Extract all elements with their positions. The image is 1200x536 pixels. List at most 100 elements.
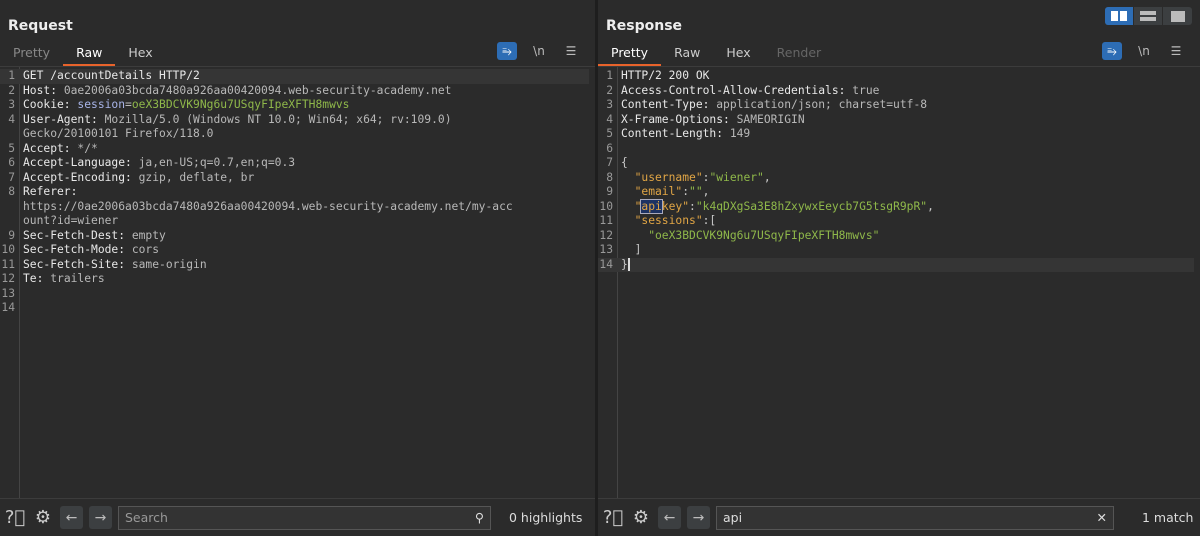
code-line: 7{ [598, 156, 1194, 171]
code-line: 6 [598, 142, 1194, 157]
code-token: } [621, 257, 628, 271]
code-token: :[ [702, 214, 717, 227]
code-line: https://0ae2006a03bcda7480a926aa00420094… [0, 200, 589, 215]
code-line: Gecko/20100101 Firefox/118.0 [0, 127, 589, 142]
menu-icon[interactable]: ☰ [561, 42, 581, 60]
code-line: 9 Sec-Fetch-Dest: empty [0, 229, 589, 244]
request-toolbar: ⥱ \n ☰ [497, 42, 581, 60]
response-editor[interactable]: 1 HTTP/2 200 OK 2 Access-Control-Allow-Cred… [598, 66, 1200, 498]
code-line: 3 Cookie: session=oeX3BDCVK9Ng6u7USqyFIpe… [0, 98, 589, 113]
settings-gear-icon[interactable]: ⚙ [32, 507, 54, 529]
stacked-layout-icon[interactable] [1134, 7, 1163, 25]
line-number: 7 [606, 156, 613, 169]
tab-render[interactable]: Render [764, 42, 835, 66]
request-search-bar: ?⃝ ⚙ ← → Search ⚲ 0 highlights [0, 498, 595, 536]
tab-raw[interactable]: Raw [63, 42, 116, 66]
line-number: 1 [8, 69, 15, 82]
tab-pretty[interactable]: Pretty [0, 42, 63, 66]
code-line: 3 Content-Type: application/json; charset… [598, 98, 1194, 113]
tab-hex[interactable]: Hex [115, 42, 165, 66]
code-token: { [621, 156, 628, 169]
code-token: Cookie: [23, 98, 78, 111]
search-value: api [723, 510, 743, 525]
show-newlines-toggle[interactable]: \n [1134, 42, 1154, 60]
request-panel: Request Pretty Raw Hex ⥱ \n ☰ 1 GET /accoun… [0, 0, 595, 536]
line-number [0, 200, 20, 215]
line-number: 8 [8, 185, 15, 198]
code-token: Sec-Fetch-Mode: [23, 243, 132, 256]
line-number: 12 [599, 228, 613, 242]
line-number: 11 [599, 214, 613, 227]
code-token: X-Frame-Options: [621, 112, 737, 126]
code-line: 8 Referer: [0, 185, 589, 200]
code-token: gzip, deflate, br [138, 170, 255, 184]
search-icon[interactable]: ⚲ [475, 510, 484, 525]
line-number [0, 214, 20, 229]
next-match-button[interactable]: → [89, 506, 112, 529]
previous-match-button[interactable]: ← [60, 506, 83, 529]
line-number: 3 [606, 98, 613, 111]
line-number: 13 [1, 286, 15, 300]
code-line: 4 User-Agent: Mozilla/5.0 (Windows NT 10.… [0, 113, 589, 128]
code-line: 6 Accept-Language: ja,en-US;q=0.7,en;q=0.… [0, 156, 589, 171]
side-by-side-layout-icon[interactable] [1105, 7, 1134, 25]
word-wrap-toggle-icon[interactable]: ⥱ [497, 42, 517, 60]
single-pane-layout-icon[interactable] [1163, 7, 1192, 25]
response-tabs: Pretty Raw Hex Render [598, 42, 834, 66]
code-line: 5 Accept: */* [0, 142, 589, 157]
line-number: 5 [8, 141, 15, 155]
code-line: 8 "username":"wiener", [598, 171, 1194, 186]
line-number: 11 [1, 257, 15, 271]
code-line: 7 Accept-Encoding: gzip, deflate, br [0, 171, 589, 186]
search-placeholder: Search [125, 510, 168, 525]
code-line: 5 Content-Length: 149 [598, 127, 1194, 142]
code-line: 11 "sessions":[ [598, 214, 1194, 229]
request-editor[interactable]: 1 GET /accountDetails HTTP/2 2 Host: 0ae200… [0, 66, 595, 498]
line-number: 10 [1, 243, 15, 256]
code-line: 13 [0, 287, 589, 302]
line-number: 1 [606, 69, 613, 82]
request-search-input[interactable]: Search ⚲ [118, 505, 491, 530]
word-wrap-toggle-icon[interactable]: ⥱ [1102, 42, 1122, 60]
text-caret [627, 258, 630, 271]
settings-gear-icon[interactable]: ⚙ [630, 507, 652, 529]
code-line: 11 Sec-Fetch-Site: same-origin [0, 258, 589, 273]
help-icon[interactable]: ?⃝ [4, 507, 26, 529]
code-line: 14} [598, 257, 1194, 272]
next-match-button[interactable]: → [687, 506, 710, 529]
code-token: , [702, 185, 710, 198]
tab-raw[interactable]: Raw [661, 42, 713, 66]
search-highlight: api [640, 198, 663, 214]
clear-search-icon[interactable]: ✕ [1097, 510, 1107, 525]
code-token: , [763, 170, 771, 184]
code-token: Accept-Encoding: [23, 170, 139, 184]
line-number: 8 [606, 170, 613, 184]
menu-icon[interactable]: ☰ [1166, 42, 1186, 60]
code-token: application/json; charset=utf-8 [716, 98, 928, 111]
code-token: "sessions" [621, 214, 703, 227]
code-token: Access-Control-Allow-Credentials: [621, 83, 853, 97]
code-token: Sec-Fetch-Dest: [23, 228, 132, 242]
code-token: GET /accountDetails HTTP/2 [23, 69, 200, 82]
show-newlines-toggle[interactable]: \n [529, 42, 549, 60]
code-token: ja,en-US;q=0.7,en;q=0.3 [138, 156, 296, 169]
line-number: 2 [8, 83, 15, 97]
code-line: 12 Te: trailers [0, 272, 589, 287]
line-number: 14 [599, 257, 613, 271]
line-number: 4 [606, 112, 613, 126]
response-search-input[interactable]: api ✕ [716, 505, 1114, 530]
code-token: : [689, 199, 696, 213]
tab-hex[interactable]: Hex [713, 42, 763, 66]
previous-match-button[interactable]: ← [658, 506, 681, 529]
code-token: HTTP/2 200 OK [621, 69, 710, 82]
line-number: 7 [8, 170, 15, 184]
code-token: 0ae2006a03bcda7480a926aa00420094.web-sec… [63, 83, 452, 97]
code-token: Accept: [23, 141, 78, 155]
code-token: , [927, 199, 934, 213]
line-number: 9 [606, 185, 613, 198]
line-number: 9 [8, 228, 15, 242]
code-token: Te: [23, 272, 51, 285]
tab-pretty[interactable]: Pretty [598, 42, 662, 66]
code-token: cors [131, 243, 160, 256]
help-icon[interactable]: ?⃝ [602, 507, 624, 529]
